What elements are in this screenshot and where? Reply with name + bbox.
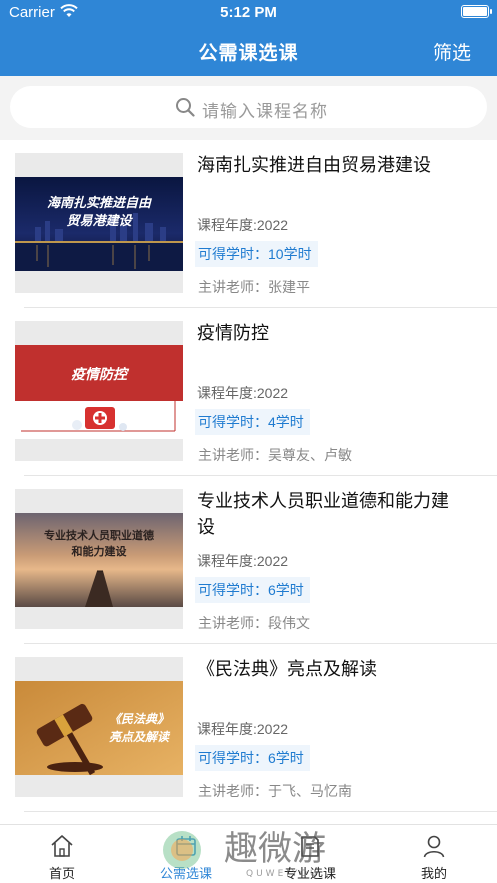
page-title: 公需课选课 xyxy=(198,43,299,64)
course-item-civil-code[interactable]: 《民法典》 亮点及解读 《民法典》亮点及解读 课程年度:2022 可得学时：6学… xyxy=(0,644,497,812)
thumb-caption: 专业技术人员职业道德 xyxy=(44,528,154,542)
divider xyxy=(24,811,497,812)
course-hours-badge: 可得学时：6学时 xyxy=(195,577,310,603)
course-year: 课程年度:2022 xyxy=(197,553,289,569)
user-icon xyxy=(423,835,445,858)
course-title: 《民法典》亮点及解读 xyxy=(197,659,377,679)
tab-mine[interactable]: 我的 xyxy=(372,825,496,883)
top-bar: Carrier 5:12 PM 公需课选课 筛选 xyxy=(0,0,497,76)
course-thumbnail: 专业技术人员职业道德 和能力建设 xyxy=(15,513,183,607)
thumb-caption: 《民法典》 xyxy=(109,712,169,726)
course-year: 课程年度:2022 xyxy=(197,385,289,401)
thumb-caption: 疫情防控 xyxy=(71,366,130,383)
course-title: 疫情防控 xyxy=(197,323,269,343)
course-thumbnail: 疫情防控 xyxy=(15,345,183,439)
home-icon xyxy=(51,835,73,857)
course-thumbnail-frame: 专业技术人员职业道德 和能力建设 xyxy=(15,489,183,629)
search-icon xyxy=(176,98,195,117)
course-thumbnail-frame: 海南扎实推进自由 贸易港建设 xyxy=(15,153,183,293)
tab-home[interactable]: 首页 xyxy=(0,825,124,883)
course-thumbnail-frame: 《民法典》 亮点及解读 xyxy=(15,657,183,797)
tab-public-courses[interactable]: 公需选课 xyxy=(124,825,248,883)
book-icon xyxy=(301,836,319,857)
course-year: 课程年度:2022 xyxy=(197,721,289,737)
tab-bar: 首页 公需选课 专业选课 我的 xyxy=(0,824,497,883)
status-time: 5:12 PM xyxy=(220,4,277,21)
thumb-caption: 和能力建设 xyxy=(72,544,128,558)
calendar-icon xyxy=(176,836,196,856)
course-list[interactable]: 海南扎实推进自由 贸易港建设 海南扎实推进自由贸易港建设 课程年度:2022 可… xyxy=(0,140,497,824)
thumb-caption: 贸易港建设 xyxy=(66,213,133,229)
tab-label: 我的 xyxy=(420,866,447,881)
course-title: 海南扎实推进自由贸易港建设 xyxy=(197,155,431,175)
search-bar: 请输入课程名称 xyxy=(0,76,497,140)
thumb-caption: 海南扎实推进自由 xyxy=(47,195,152,211)
course-hours-badge: 可得学时：6学时 xyxy=(195,745,310,771)
course-teacher: 主讲老师：段伟文 xyxy=(198,615,310,631)
course-thumbnail: 海南扎实推进自由 贸易港建设 xyxy=(15,177,183,271)
course-title: 专业技术人员职业道德和能力建设 xyxy=(197,491,449,537)
course-item-epidemic[interactable]: 疫情防控 疫情防控 课程年度:2022 可得学时：4学时 主讲老师：吴尊友、卢敏 xyxy=(0,308,497,476)
search-input[interactable]: 请输入课程名称 xyxy=(10,86,487,128)
battery-icon xyxy=(461,5,492,18)
course-teacher: 主讲老师：张建平 xyxy=(198,279,310,295)
course-thumbnail-frame: 疫情防控 xyxy=(15,321,183,461)
tab-label: 首页 xyxy=(48,866,75,881)
course-hours-badge: 可得学时：10学时 xyxy=(195,241,318,267)
course-item-ethics[interactable]: 专业技术人员职业道德 和能力建设 专业技术人员职业道德和能力建设 课程年度:20… xyxy=(0,476,497,644)
course-thumbnail: 《民法典》 亮点及解读 xyxy=(15,681,183,775)
course-teacher: 主讲老师：于飞、马忆南 xyxy=(198,783,352,799)
course-item-hainan[interactable]: 海南扎实推进自由 贸易港建设 海南扎实推进自由贸易港建设 课程年度:2022 可… xyxy=(0,140,497,308)
tab-label: 公需选课 xyxy=(159,866,212,881)
filter-button[interactable]: 筛选 xyxy=(433,38,471,65)
tab-professional-courses[interactable]: 专业选课 xyxy=(248,825,372,883)
course-teacher: 主讲老师：吴尊友、卢敏 xyxy=(198,447,352,463)
search-placeholder: 请输入课程名称 xyxy=(202,102,328,121)
status-bar: Carrier 5:12 PM xyxy=(0,0,497,24)
course-year: 课程年度:2022 xyxy=(197,217,289,233)
thumb-caption: 亮点及解读 xyxy=(109,730,171,744)
tab-label: 专业选课 xyxy=(283,866,336,881)
course-hours-badge: 可得学时：4学时 xyxy=(195,409,310,435)
